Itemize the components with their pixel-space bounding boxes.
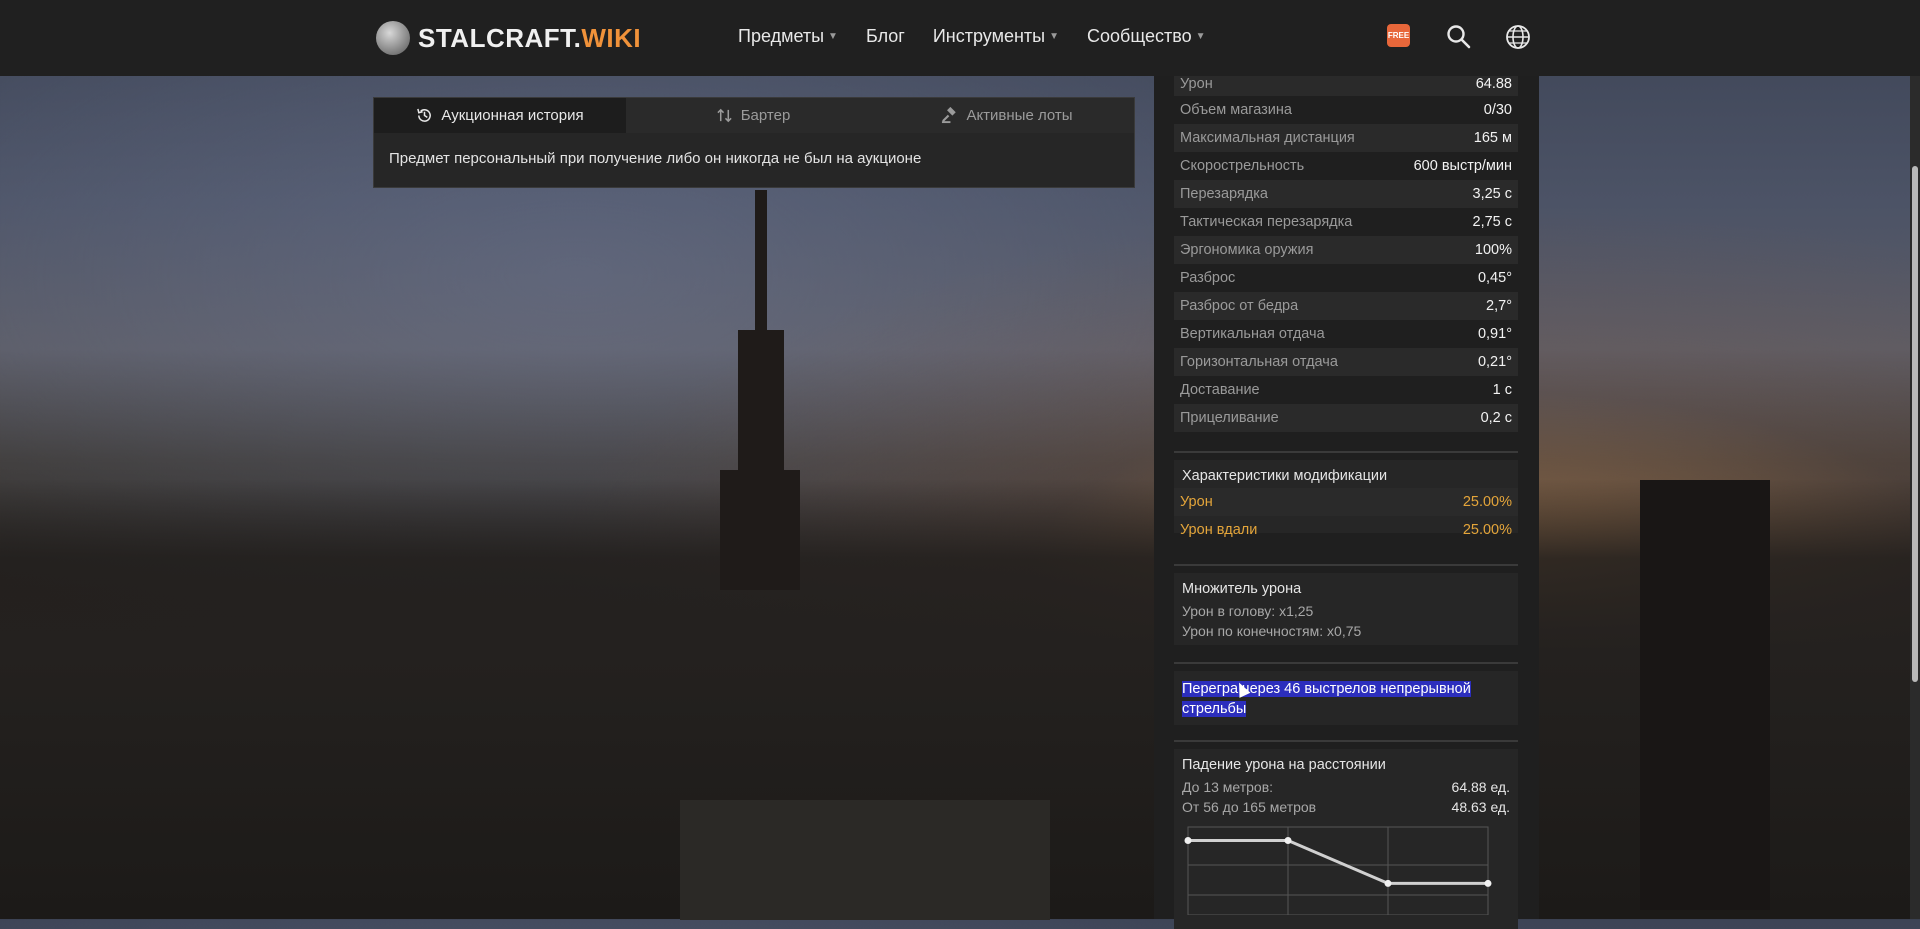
tab-auction-history[interactable]: Аукционная история [374, 98, 626, 133]
overheat-box: Перегрa через 46 выстрелов непрерывной с… [1174, 671, 1518, 725]
multiplier-line: Урон по конечностям: x0,75 [1182, 623, 1362, 639]
multiplier-title: Множитель урона [1182, 581, 1302, 597]
damage-multiplier-box: Множитель урона Урон в голову: x1,25 Уро… [1174, 573, 1518, 645]
nav-blog[interactable]: Блог [866, 26, 905, 47]
divider [1174, 662, 1518, 664]
falloff-point [1384, 879, 1392, 887]
falloff-line [1188, 839, 1488, 885]
falloff-chart [1184, 826, 1492, 915]
logo-text: STALCRAFT.WIKI [418, 22, 642, 53]
stat-row: Разброс 0,45° [1180, 270, 1512, 286]
chevron-down-icon: ▼ [1049, 31, 1060, 42]
stat-row: Урон 64.88 [1174, 76, 1518, 96]
falloff-point [1284, 837, 1292, 845]
falloff-title: Падение урона на расстоянии [1182, 757, 1386, 773]
stat-row: Объем магазина 0/30 [1180, 102, 1512, 118]
logo-icon [376, 21, 410, 55]
mod-row: Урон 25.00% [1174, 488, 1518, 516]
overheat-text: Перегрa через 46 выстрелов непрерывной с… [1182, 681, 1471, 717]
auction-panel: Аукционная история Бартер Активные лоты … [373, 97, 1135, 188]
auction-message: Предмет персональный при получение либо … [389, 150, 922, 167]
stat-row: Прицеливание 0,2 с [1174, 404, 1518, 432]
history-icon [417, 108, 432, 122]
divider [1174, 564, 1518, 566]
falloff-row: От 56 до 165 метров 48.63 ед. [1182, 799, 1510, 815]
stat-row: Скорострельность 600 выстр/мин [1180, 158, 1512, 174]
stats-table: Урон 64.88 Объем магазина 0/30 Максимальна… [1174, 76, 1518, 432]
auction-tabs: Аукционная история Бартер Активные лоты [374, 98, 1134, 133]
divider [1174, 740, 1518, 742]
scrollbar-thumb[interactable] [1912, 166, 1918, 682]
top-navbar: STALCRAFT.WIKI Предметы ▼ Блог Инструмент… [0, 0, 1920, 76]
modification-title: Характеристики модификации [1182, 468, 1388, 484]
globe-icon[interactable] [1505, 24, 1531, 50]
damage-falloff-box: Падение урона на расстоянии До 13 метров… [1174, 749, 1518, 929]
modification-box: Характеристики модификации Урон 25.00% Ур… [1174, 460, 1518, 538]
chevron-down-icon: ▼ [1195, 31, 1206, 42]
stat-row: Тактическая перезарядка 2,75 с [1180, 214, 1512, 230]
stats-panel: Урон 64.88 Объем магазина 0/30 Максимальна… [1154, 76, 1539, 929]
search-icon[interactable] [1446, 24, 1472, 50]
nav-community[interactable]: Сообщество ▼ [1087, 26, 1205, 47]
nav-tools[interactable]: Инструменты ▼ [933, 26, 1059, 47]
chevron-down-icon: ▼ [828, 31, 838, 42]
stat-row: Эргономика оружия 100% [1174, 236, 1518, 264]
mod-row: Урон вдали 25.00% [1180, 522, 1512, 538]
nav-items[interactable]: Предметы ▼ [738, 26, 838, 47]
gavel-icon [942, 107, 957, 124]
free-icon[interactable]: FREE [1387, 24, 1410, 47]
multiplier-line: Урон в голову: x1,25 [1182, 603, 1314, 619]
stat-row: Перезарядка 3,25 с [1174, 180, 1518, 208]
falloff-point [1184, 837, 1192, 845]
stat-row: Доставание 1 с [1180, 382, 1512, 398]
tab-active-lots[interactable]: Активные лоты [880, 98, 1134, 133]
tab-barter[interactable]: Бартер [626, 98, 880, 133]
stat-row: Вертикальная отдача 0,91° [1180, 326, 1512, 342]
falloff-point [1484, 879, 1492, 887]
stat-row: Горизонтальная отдача 0,21° [1174, 348, 1518, 376]
swap-icon [717, 108, 732, 123]
site-logo[interactable]: STALCRAFT.WIKI [376, 21, 641, 55]
stat-row: Разброс от бедра 2,7° [1174, 292, 1518, 320]
stat-row: Максимальная дистанция 165 м [1174, 124, 1518, 152]
divider [1174, 451, 1518, 453]
main-nav: Предметы ▼ Блог Инструменты ▼ Сообщество ▼ [738, 26, 1206, 47]
falloff-row: До 13 метров: 64.88 ед. [1182, 779, 1510, 795]
